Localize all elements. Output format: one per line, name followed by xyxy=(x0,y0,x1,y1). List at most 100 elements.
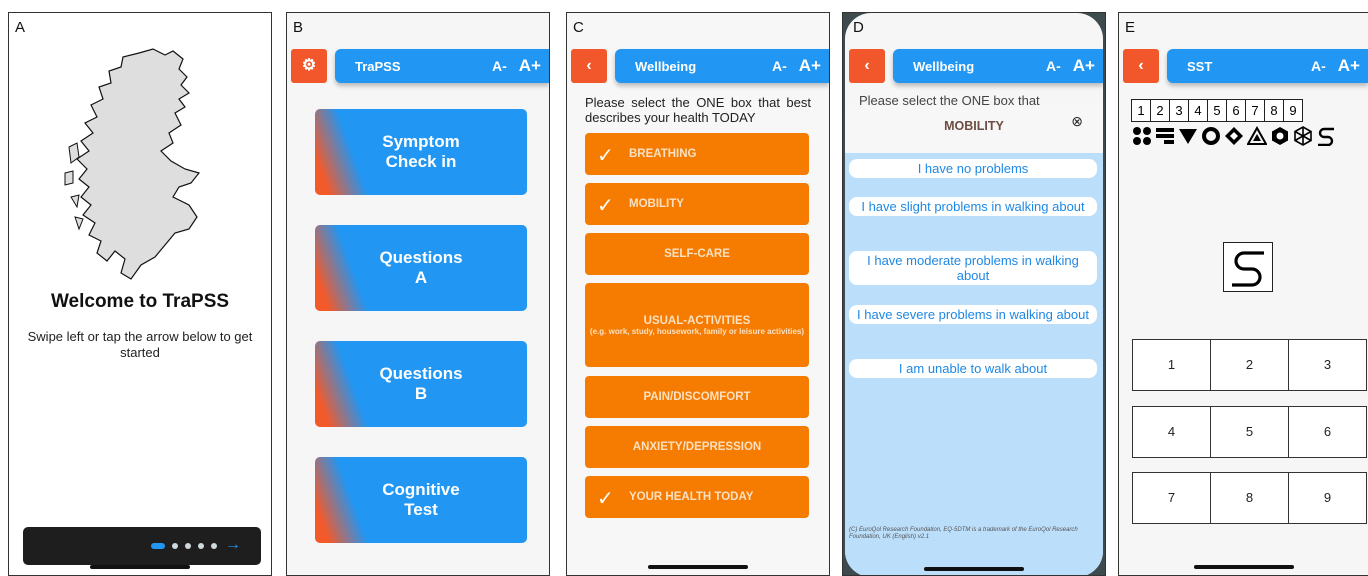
back-button[interactable]: ‹ xyxy=(571,49,607,83)
option-breathing[interactable]: ✓ BREATHING xyxy=(585,133,809,175)
keypad-key[interactable]: 8 xyxy=(1210,472,1289,524)
instruction-text: Please select the ONE box that best desc… xyxy=(585,95,811,125)
symptom-check-in-button[interactable]: Symptom Check in xyxy=(315,109,527,195)
panel-label: E xyxy=(1125,19,1136,36)
panel-label: D xyxy=(853,19,864,36)
check-icon: ✓ xyxy=(597,195,614,217)
target-symbol xyxy=(1223,242,1273,292)
option-pain-discomfort[interactable]: PAIN/DISCOMFORT xyxy=(585,376,809,418)
font-increase-button[interactable]: A+ xyxy=(799,56,821,76)
copyright-notice: (C) EuroQol Research Foundation, EQ-5DTM… xyxy=(849,527,1078,540)
key-number: 6 xyxy=(1226,99,1246,122)
font-increase-button[interactable]: A+ xyxy=(1338,56,1360,76)
page-dot[interactable] xyxy=(185,543,191,549)
header-title: SST xyxy=(1187,58,1213,74)
diamond-icon xyxy=(1223,125,1244,147)
option-usual-activities[interactable]: USUAL-ACTIVITIES (e.g. work, study, hous… xyxy=(585,283,809,367)
option-label: ANXIETY/DEPRESSION xyxy=(632,441,762,453)
home-indicator[interactable] xyxy=(1193,565,1294,569)
panel-label: C xyxy=(573,19,584,36)
font-increase-button[interactable]: A+ xyxy=(1073,56,1095,76)
back-button[interactable]: ‹ xyxy=(1123,49,1159,83)
app-header: TraPSS A- A+ xyxy=(335,49,549,83)
gear-icon: ⚙ xyxy=(301,57,317,74)
option-label: PAIN/DISCOMFORT xyxy=(643,391,751,403)
key-number-row: 1 2 3 4 5 6 7 8 9 xyxy=(1131,99,1303,122)
cognitive-test-button[interactable]: Cognitive Test xyxy=(315,457,527,543)
key-number: 7 xyxy=(1245,99,1265,122)
option-anxiety-depression[interactable]: ANXIETY/DEPRESSION xyxy=(585,426,809,468)
app-header: SST A- A+ xyxy=(1167,49,1368,83)
page-dot[interactable] xyxy=(172,543,178,549)
option-label: USUAL-ACTIVITIES xyxy=(643,314,751,327)
home-indicator[interactable] xyxy=(924,567,1024,571)
screen-b-menu: B ⚙ TraPSS A- A+ Symptom Check in Questi… xyxy=(286,12,550,576)
mobility-option-unable[interactable]: I am unable to walk about xyxy=(849,359,1097,378)
key-number: 1 xyxy=(1131,99,1151,122)
font-increase-button[interactable]: A+ xyxy=(519,56,541,76)
page-indicator xyxy=(151,543,217,549)
option-label: YOUR HEALTH TODAY xyxy=(629,491,754,503)
s-curve-icon xyxy=(1232,251,1264,287)
questions-a-button[interactable]: Questions A xyxy=(315,225,527,311)
modal-body: I have no problems I have slight problem… xyxy=(845,153,1103,575)
check-icon: ✓ xyxy=(597,145,614,167)
screen-d-mobility-modal: D ‹ Wellbeing A- A+ Please select the ON… xyxy=(842,12,1106,576)
key-number: 8 xyxy=(1264,99,1284,122)
welcome-title: Welcome to TraPSS xyxy=(50,291,230,312)
s-curve-icon xyxy=(1315,125,1336,147)
option-your-health-today[interactable]: ✓ YOUR HEALTH TODAY xyxy=(585,476,809,518)
keypad-key[interactable]: 6 xyxy=(1288,406,1367,458)
key-symbol-row xyxy=(1131,125,1336,147)
modal-title: MOBILITY xyxy=(944,119,1004,133)
key-number: 5 xyxy=(1207,99,1227,122)
keypad-key[interactable]: 3 xyxy=(1288,339,1367,391)
close-circle-icon[interactable]: ⊗ xyxy=(1071,113,1083,130)
mobility-option-no-problems[interactable]: I have no problems xyxy=(849,159,1097,178)
keypad-key[interactable]: 7 xyxy=(1132,472,1211,524)
ring-icon xyxy=(1200,125,1221,147)
font-decrease-button[interactable]: A- xyxy=(1046,58,1061,74)
mobility-option-moderate-problems[interactable]: I have moderate problems in walking abou… xyxy=(849,251,1097,285)
settings-button[interactable]: ⚙ xyxy=(291,49,327,83)
page-dot[interactable] xyxy=(211,543,217,549)
font-decrease-button[interactable]: A- xyxy=(772,58,787,74)
font-decrease-button[interactable]: A- xyxy=(492,58,507,74)
questions-b-button[interactable]: Questions B xyxy=(315,341,527,427)
page-dot-active[interactable] xyxy=(151,543,165,549)
keypad-key[interactable]: 5 xyxy=(1210,406,1289,458)
font-decrease-button[interactable]: A- xyxy=(1311,58,1326,74)
triangle-in-triangle-icon xyxy=(1246,125,1267,147)
mobility-option-severe-problems[interactable]: I have severe problems in walking about xyxy=(849,305,1097,324)
check-icon: ✓ xyxy=(597,488,614,510)
phone-screen: D ‹ Wellbeing A- A+ Please select the ON… xyxy=(845,13,1103,575)
option-mobility[interactable]: ✓ MOBILITY xyxy=(585,183,809,225)
hexagon-icon xyxy=(1269,125,1290,147)
home-indicator[interactable] xyxy=(90,565,190,569)
screen-e-sst: E ‹ SST A- A+ 1 2 3 4 5 6 7 8 9 1 2 3 4 … xyxy=(1118,12,1368,576)
polyhedron-icon xyxy=(1292,125,1313,147)
keypad-key[interactable]: 4 xyxy=(1132,406,1211,458)
mobility-option-slight-problems[interactable]: I have slight problems in walking about xyxy=(849,197,1097,216)
page-dot[interactable] xyxy=(198,543,204,549)
panel-label: B xyxy=(293,19,304,36)
chevron-left-icon: ‹ xyxy=(1138,57,1144,74)
key-number: 2 xyxy=(1150,99,1170,122)
screen-a-welcome: A Welcome to TraPSS Swipe left or tap th… xyxy=(8,12,272,576)
arrow-right-icon[interactable]: → xyxy=(225,536,241,554)
option-label: BREATHING xyxy=(629,148,697,160)
app-header: Wellbeing A- A+ xyxy=(615,49,829,83)
keypad-key[interactable]: 1 xyxy=(1132,339,1211,391)
home-indicator[interactable] xyxy=(648,565,748,569)
four-dots-icon xyxy=(1131,125,1152,147)
chevron-left-icon: ‹ xyxy=(586,57,592,74)
app-header: Wellbeing A- A+ xyxy=(893,49,1103,83)
screen-c-wellbeing: C ‹ Wellbeing A- A+ Please select the ON… xyxy=(566,12,830,576)
option-label: MOBILITY xyxy=(629,198,684,210)
keypad-key[interactable]: 2 xyxy=(1210,339,1289,391)
option-self-care[interactable]: SELF-CARE xyxy=(585,233,809,275)
back-button[interactable]: ‹ xyxy=(849,49,885,83)
header-title: TraPSS xyxy=(355,58,401,74)
scotland-map-icon xyxy=(64,48,201,280)
keypad-key[interactable]: 9 xyxy=(1288,472,1367,524)
